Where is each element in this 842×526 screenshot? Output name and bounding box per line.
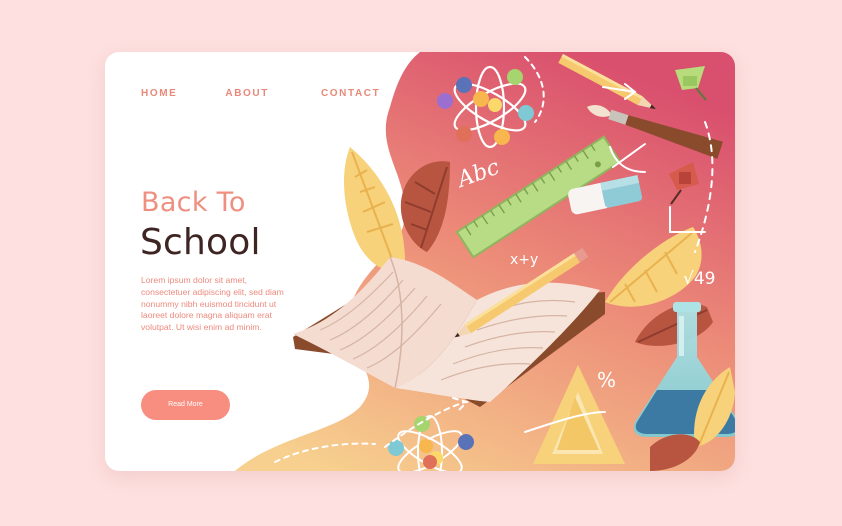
top-nav: HOME ABOUT CONTACT — [141, 88, 380, 99]
nav-home-link[interactable]: HOME — [141, 88, 177, 99]
hero-title-line2: School — [140, 222, 261, 263]
hero-description: Lorem ipsum dolor sit amet, consectetuer… — [141, 275, 284, 333]
read-more-button[interactable]: Read More — [141, 390, 230, 420]
hero-title-line1: Back To — [141, 187, 246, 218]
nav-about-link[interactable]: ABOUT — [225, 88, 269, 99]
landing-card: Abc x+y √49 % HOME ABOUT CONTACT Back To… — [105, 52, 735, 471]
sqrt-text: √49 — [683, 269, 715, 289]
nav-contact-link[interactable]: CONTACT — [321, 88, 380, 99]
xy-text: x+y — [510, 252, 538, 268]
percent-text: % — [597, 368, 616, 392]
